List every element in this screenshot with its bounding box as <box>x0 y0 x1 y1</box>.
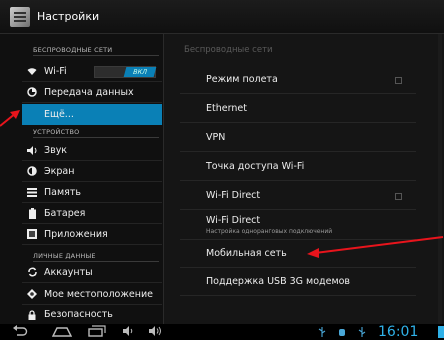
lock-icon <box>22 309 42 320</box>
apps-icon <box>22 229 42 239</box>
sidebar-item-label: Память <box>44 186 81 198</box>
sidebar-item-sound[interactable]: Звук <box>22 140 162 161</box>
ethernet-item[interactable]: Ethernet <box>180 95 416 123</box>
volume-down-icon[interactable] <box>122 325 134 340</box>
sidebar-item-label: Батарея <box>44 207 86 219</box>
wifi-toggle-state: ВКЛ <box>123 67 157 77</box>
item-subtitle: Настройка одноранговых подключений <box>206 227 333 235</box>
item-title: Wi-Fi Direct <box>206 190 261 201</box>
item-title: Ethernet <box>206 103 247 114</box>
item-title: Wi-Fi Direct <box>206 214 261 226</box>
volume-up-icon[interactable] <box>148 325 162 340</box>
usb-3g-modem-item[interactable]: Поддержка USB 3G модемов <box>180 268 416 296</box>
wifi-icon <box>22 67 42 76</box>
brightness-icon <box>22 166 42 176</box>
sidebar-item-label: Аккаунты <box>44 266 93 278</box>
section-header-wireless: БЕСПРОВОДНЫЕ СЕТИ <box>0 40 163 56</box>
sidebar-item-apps[interactable]: Приложения <box>22 224 162 245</box>
detail-section-header: Беспроводные сети <box>184 45 273 55</box>
sidebar-item-label: Звук <box>44 144 68 156</box>
item-title: VPN <box>206 132 226 143</box>
sidebar-item-label: Приложения <box>44 228 108 240</box>
usb-icon <box>318 327 326 339</box>
item-title: Поддержка USB 3G модемов <box>206 276 351 287</box>
battery-level-icon <box>438 326 444 338</box>
item-title: Мобильная сеть <box>206 248 287 259</box>
panel-divider <box>163 34 164 324</box>
scrollbar[interactable] <box>438 34 442 324</box>
sidebar-item-battery[interactable]: Батарея <box>22 203 162 224</box>
usb-connection-icon <box>358 327 366 339</box>
sidebar-item-display[interactable]: Экран <box>22 161 162 182</box>
sidebar-item-data-usage[interactable]: Передача данных <box>22 82 162 103</box>
sidebar-item-label: Экран <box>44 165 75 177</box>
action-bar: Настройки <box>0 0 444 34</box>
wifi-direct-settings-item[interactable]: Wi-Fi Direct Настройка одноранговых подк… <box>180 210 416 240</box>
system-navbar: 16:01 <box>0 324 444 340</box>
back-icon[interactable] <box>12 325 28 340</box>
sidebar-item-more[interactable]: Ещё... <box>22 104 162 125</box>
sidebar-item-label: Передача данных <box>44 86 134 98</box>
sidebar-item-storage[interactable]: Память <box>22 182 162 203</box>
speaker-icon <box>22 145 42 155</box>
status-clock: 16:01 <box>378 324 419 340</box>
battery-icon <box>22 207 42 219</box>
vpn-item[interactable]: VPN <box>180 124 416 152</box>
item-title: Точка доступа Wi-Fi <box>206 161 305 172</box>
sidebar-item-accounts[interactable]: Аккаунты <box>22 262 162 283</box>
recent-apps-icon[interactable] <box>88 325 106 340</box>
airplane-mode-checkbox[interactable] <box>395 77 402 84</box>
airplane-mode-item[interactable]: Режим полета <box>180 66 416 94</box>
wifi-direct-toggle-item[interactable]: Wi-Fi Direct <box>180 182 416 210</box>
sidebar-item-label: Мое местоположение <box>44 288 153 300</box>
app-title: Настройки <box>37 10 100 23</box>
storage-icon <box>22 187 42 197</box>
mobile-network-item[interactable]: Мобильная сеть <box>180 240 416 268</box>
sidebar-item-security[interactable]: Безопасность <box>22 304 162 325</box>
debug-icon <box>338 327 346 339</box>
home-icon[interactable] <box>51 325 73 340</box>
wifi-direct-checkbox[interactable] <box>395 193 402 200</box>
item-title: Режим полета <box>206 74 278 85</box>
sidebar-item-label: Wi-Fi <box>44 65 67 77</box>
settings-app-icon[interactable] <box>10 7 30 27</box>
sidebar-item-label: Безопасность <box>44 309 113 320</box>
sidebar-item-location[interactable]: Мое местоположение <box>22 284 162 305</box>
sync-icon <box>22 267 42 277</box>
sidebar-item-label: Ещё... <box>44 109 74 120</box>
wifi-toggle[interactable]: ВКЛ <box>94 66 157 78</box>
location-icon <box>22 289 42 299</box>
data-usage-icon <box>22 87 42 97</box>
wifi-hotspot-item[interactable]: Точка доступа Wi-Fi <box>180 153 416 181</box>
section-header-personal: ЛИЧНЫЕ ДАННЫЕ <box>0 246 163 262</box>
